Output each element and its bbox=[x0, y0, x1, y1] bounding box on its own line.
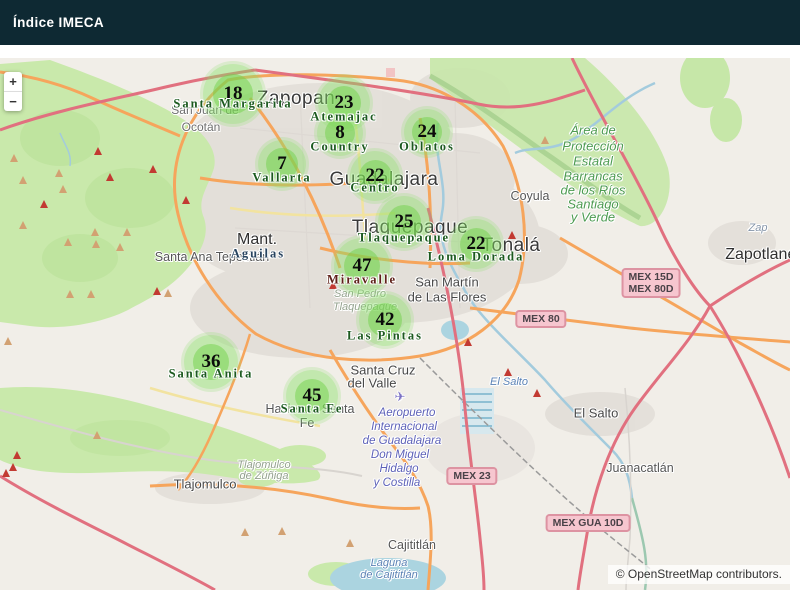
map-label: El Salto bbox=[573, 405, 619, 421]
app-header: Índice IMECA bbox=[0, 0, 800, 45]
peak-icon bbox=[153, 287, 161, 295]
road-badge-line: MEX 80 bbox=[522, 313, 560, 325]
peak-icon bbox=[106, 173, 114, 181]
peak-icon bbox=[123, 228, 131, 236]
map-label: Protección bbox=[562, 138, 624, 154]
station-label: Santa Margarita bbox=[173, 96, 293, 111]
map-label: Laguna bbox=[370, 557, 408, 569]
station-label: Oblatos bbox=[399, 139, 455, 154]
peak-icon bbox=[278, 527, 286, 535]
peak-icon bbox=[182, 196, 190, 204]
peak-icon bbox=[64, 238, 72, 246]
station-label: Centro bbox=[350, 180, 400, 195]
peak-icon bbox=[87, 290, 95, 298]
peak-icon bbox=[55, 169, 63, 177]
peak-icon bbox=[93, 431, 101, 439]
road-badge: MEX GUA 10D bbox=[545, 514, 631, 532]
map-label: del Valle bbox=[347, 375, 397, 391]
road-badge-line: MEX 23 bbox=[453, 470, 491, 482]
map-label: Cajititlán bbox=[388, 538, 436, 552]
peak-icon bbox=[13, 451, 21, 459]
road-badge: MEX 80 bbox=[515, 310, 567, 328]
map-label: y Verde bbox=[570, 209, 616, 225]
map-label: Zapotlanejo bbox=[725, 246, 790, 263]
map-label: Barrancas bbox=[563, 168, 623, 184]
map-label: Hidalgo bbox=[379, 463, 419, 475]
map-label: de Cajititlán bbox=[360, 569, 418, 581]
map-label: Área de bbox=[570, 122, 616, 138]
station-label: Aguilas bbox=[230, 246, 286, 261]
zoom-control: + − bbox=[4, 72, 22, 111]
station-label: Santa Anita bbox=[168, 366, 254, 381]
zoom-out-button[interactable]: − bbox=[4, 91, 22, 111]
station-marker[interactable]: 18 bbox=[203, 64, 263, 124]
peak-icon bbox=[2, 469, 10, 477]
peak-icon bbox=[116, 243, 124, 251]
station-value: 18 bbox=[223, 83, 243, 104]
map-label: Aeropuerto bbox=[378, 407, 436, 419]
attribution-prefix: © bbox=[615, 567, 628, 581]
peak-icon bbox=[346, 539, 354, 547]
peak-icon bbox=[541, 136, 549, 144]
zoom-in-button[interactable]: + bbox=[4, 72, 22, 91]
map-label: Tlajomulco bbox=[173, 476, 237, 492]
peak-icon bbox=[40, 200, 48, 208]
peak-icon bbox=[533, 389, 541, 397]
peak-icon bbox=[504, 368, 512, 376]
map-label: Internacional bbox=[371, 421, 437, 433]
map-attribution: © OpenStreetMap contributors. bbox=[607, 565, 790, 584]
attribution-suffix: contributors. bbox=[712, 567, 782, 581]
map[interactable]: ZapopanGuadalajaraTlaquepaqueTonaláCoyul… bbox=[0, 58, 790, 590]
road-badge: MEX 23 bbox=[446, 467, 498, 485]
station-label: Tlaquepaque bbox=[357, 230, 451, 245]
station-label: Atemajac bbox=[310, 109, 378, 124]
peak-icon bbox=[92, 240, 100, 248]
peak-icon bbox=[94, 147, 102, 155]
map-label: Don Miguel bbox=[370, 449, 430, 461]
map-label: Zap bbox=[748, 222, 768, 234]
peak-icon bbox=[10, 154, 18, 162]
road-badge: MEX 15D MEX 80D bbox=[621, 268, 681, 298]
peak-icon bbox=[149, 165, 157, 173]
map-label: de Las Flores bbox=[407, 289, 487, 305]
station-label: Santa Fe bbox=[280, 401, 344, 416]
station-label: Loma Dorada bbox=[427, 249, 525, 264]
road-badge-line: MEX GUA 10D bbox=[552, 517, 624, 529]
peak-icon bbox=[66, 290, 74, 298]
station-label: Las Pintas bbox=[347, 328, 423, 343]
map-label: de Guadalajara bbox=[362, 435, 442, 447]
building-block bbox=[386, 68, 395, 77]
peak-icon bbox=[19, 176, 27, 184]
road-badge-line: MEX 80D bbox=[628, 283, 674, 295]
attribution-osm-link[interactable]: OpenStreetMap bbox=[628, 567, 713, 581]
peak-icon bbox=[4, 337, 12, 345]
station-label: Vallarta bbox=[252, 170, 312, 185]
map-label: y Costilla bbox=[373, 477, 421, 489]
map-label: de los Ríos bbox=[560, 182, 626, 198]
peak-icon bbox=[59, 185, 67, 193]
map-label: Juanacatlán bbox=[606, 461, 674, 475]
road-badge-line: MEX 15D bbox=[628, 271, 674, 283]
map-label: San Martín bbox=[415, 274, 479, 290]
peak-icon bbox=[9, 463, 17, 471]
map-label: Coyula bbox=[510, 189, 550, 203]
map-label: ✈ bbox=[394, 389, 406, 404]
page-title: Índice IMECA bbox=[13, 15, 105, 30]
station-label: Country bbox=[310, 139, 370, 154]
peak-icon bbox=[19, 221, 27, 229]
peak-icon bbox=[164, 289, 172, 297]
peak-icon bbox=[464, 338, 472, 346]
map-label: El Salto bbox=[490, 376, 528, 388]
peak-icon bbox=[241, 528, 249, 536]
peak-icon bbox=[91, 228, 99, 236]
map-label: Estatal bbox=[573, 153, 613, 169]
station-label: Miravalle bbox=[326, 272, 398, 287]
map-label: de Zúñiga bbox=[239, 470, 289, 482]
